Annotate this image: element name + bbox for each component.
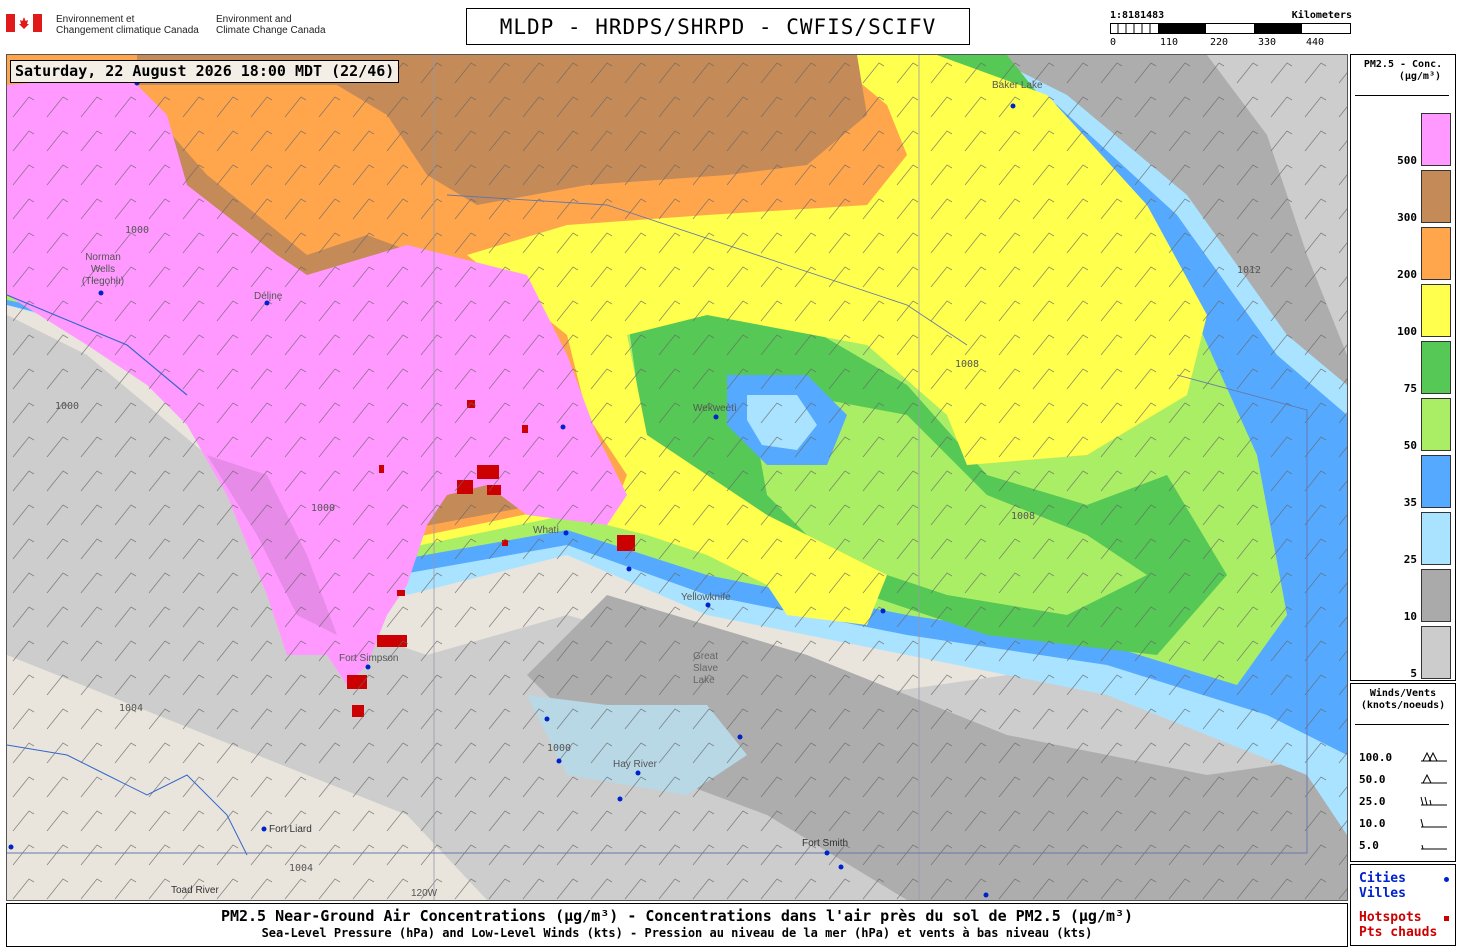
- isobar-label: 1008: [955, 359, 980, 370]
- pm25-swatch-100: [1421, 284, 1451, 337]
- points-legend: Cities Villes Hotspots Pts chauds: [1350, 864, 1456, 946]
- wind-speed-label: 5.0: [1359, 839, 1379, 852]
- place-great-slave-lake: Great Slave Lake: [693, 651, 719, 686]
- place-fort-smith: Fort Smith: [802, 838, 849, 849]
- pm25-legend: PM2.5 - Conc. (µg/m³) 500 300 200 100 75 50 35…: [1350, 54, 1456, 681]
- wind-speed-label: 50.0: [1359, 773, 1386, 786]
- caption-line-2: Sea-Level Pressure (hPa) and Low-Level W…: [261, 926, 1093, 940]
- pm25-level-label: 100: [1397, 325, 1417, 338]
- wind-speed-label: 10.0: [1359, 817, 1386, 830]
- place-toad-river: Toad River: [171, 885, 219, 896]
- canada-flag-icon: [6, 14, 42, 32]
- pm25-level-label: 75: [1403, 382, 1417, 395]
- wind-barb-icon: [1419, 771, 1449, 787]
- wind-speed-label: 25.0: [1359, 795, 1386, 808]
- scale-bar-graphic: [1110, 23, 1351, 34]
- map-canvas: [7, 55, 1347, 900]
- place-hay-river: Hay River: [613, 759, 657, 770]
- isobar-label: 1004: [289, 863, 314, 874]
- pm25-level-label: 50: [1403, 439, 1417, 452]
- caption-line-1: PM2.5 Near-Ground Air Concentrations (µg…: [220, 907, 1134, 925]
- hotspots-label-en: Hotspots: [1359, 910, 1422, 925]
- wind-speed-label: 100.0: [1359, 751, 1393, 764]
- wind-legend-title: Winds/Vents: [1369, 688, 1437, 699]
- meridian-label-120w: 120W: [411, 888, 438, 899]
- pm25-level-label: 5: [1410, 667, 1417, 680]
- gov-name-en-line2: Climate Change Canada: [216, 25, 326, 36]
- government-header: Environnement et Changement climatique C…: [6, 12, 336, 42]
- wind-legend-unit: (knots/noeuds): [1360, 700, 1446, 711]
- scale-tick-440: 440: [1305, 37, 1324, 48]
- pm25-swatch-50: [1421, 398, 1451, 451]
- place-baker-lake: Baker Lake: [992, 80, 1043, 91]
- wind-barb-icon: [1419, 837, 1449, 853]
- pm25-level-label: 25: [1403, 553, 1417, 566]
- map-caption: PM2.5 Near-Ground Air Concentrations (µg…: [6, 903, 1348, 947]
- isobar-label: 1000: [125, 225, 150, 236]
- pm25-swatch-300: [1421, 170, 1451, 223]
- cities-label-fr: Villes: [1359, 886, 1406, 901]
- pm25-swatch-35: [1421, 455, 1451, 508]
- gov-name-fr-line1: Environnement et: [56, 14, 135, 25]
- place-yellowknife: Yellowknife: [681, 592, 731, 603]
- city-dot-icon: [1444, 877, 1449, 882]
- isobar-label: 1000: [311, 503, 336, 514]
- isobar-label: 1012: [1237, 265, 1262, 276]
- isobar-label: 1000: [547, 743, 572, 754]
- place-fort-liard: Fort Liard: [269, 824, 312, 835]
- wind-barb-icon: [1419, 815, 1449, 831]
- pm25-level-label: 200: [1397, 268, 1417, 281]
- pm25-swatch-25: [1421, 512, 1451, 565]
- place-fort-simpson: Fort Simpson: [339, 653, 399, 664]
- pm25-level-label: 300: [1397, 211, 1417, 224]
- pm25-level-label: 500: [1397, 154, 1417, 167]
- place-wekweeti: Wekweètì: [693, 403, 737, 414]
- scale-unit: Kilometers: [1291, 10, 1352, 21]
- isobar-label: 1004: [119, 703, 144, 714]
- scale-ratio: 1:8181483: [1110, 10, 1165, 21]
- pm25-swatch-200: [1421, 227, 1451, 280]
- place-norman-wells: Norman Wells (Tłegǫhłı): [81, 252, 125, 287]
- pm25-level-label: 10: [1403, 610, 1417, 623]
- pm25-swatch-5: [1421, 626, 1451, 679]
- place-whati: Whatì: [533, 525, 560, 536]
- gov-name-en-line1: Environment and: [216, 14, 292, 25]
- pm25-swatch-500: [1421, 113, 1451, 166]
- pm25-swatch-10: [1421, 569, 1451, 622]
- gov-name-fr-line2: Changement climatique Canada: [56, 25, 199, 36]
- page-title: MLDP - HRDPS/SHRPD - CWFIS/SCIFV: [466, 8, 970, 45]
- scale-bar: 1:8181483 Kilometers 0 110 220 330 440: [1110, 10, 1352, 50]
- pm25-legend-unit: (µg/m³): [1398, 71, 1441, 82]
- wind-barb-icon: [1419, 793, 1449, 809]
- pm25-level-label: 35: [1403, 496, 1417, 509]
- cities-label-en: Cities: [1359, 871, 1406, 886]
- isobar-label: 1008: [1011, 511, 1036, 522]
- pm25-legend-title: PM2.5 - Conc.: [1363, 59, 1443, 70]
- wind-legend: Winds/Vents (knots/noeuds) 100.0 50.0 25.0…: [1350, 683, 1456, 862]
- place-deline: Délįnę: [254, 291, 283, 302]
- wind-barb-icon: [1419, 749, 1449, 765]
- smoke-forecast-map[interactable]: Norman Wells (Tłegǫhłı) Délįnę Whatì Wek…: [6, 54, 1348, 901]
- pm25-swatch-75: [1421, 341, 1451, 394]
- forecast-timestamp: Saturday, 22 August 2026 18:00 MDT (22/4…: [10, 60, 400, 83]
- isobar-label: 1000: [55, 401, 80, 412]
- hotspot-square-icon: [1444, 916, 1449, 921]
- hotspots-label-fr: Pts chauds: [1359, 925, 1438, 940]
